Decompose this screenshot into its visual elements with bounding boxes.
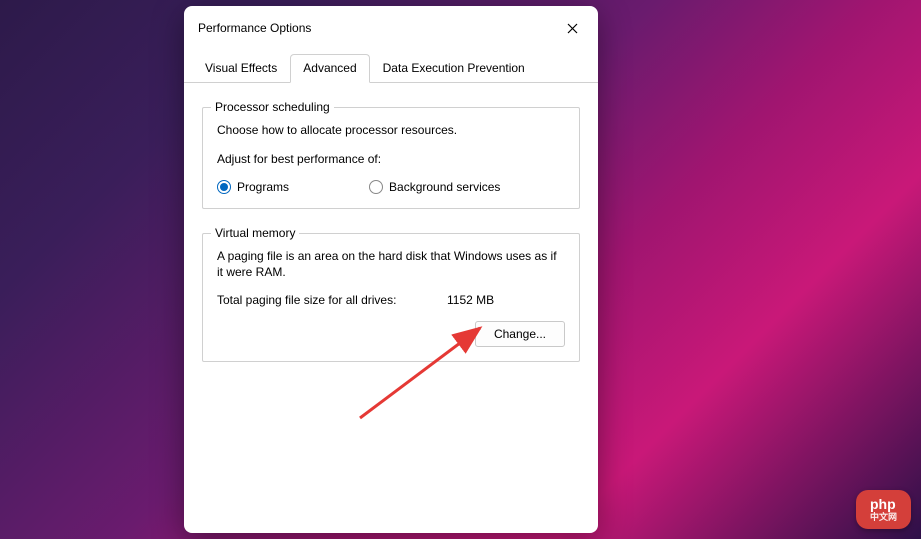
- dialog-title: Performance Options: [198, 21, 311, 35]
- close-icon[interactable]: [560, 16, 584, 40]
- tabs: Visual Effects Advanced Data Execution P…: [184, 54, 598, 83]
- adjust-label: Adjust for best performance of:: [217, 151, 565, 168]
- tab-advanced[interactable]: Advanced: [290, 54, 369, 83]
- processor-group-title: Processor scheduling: [211, 100, 334, 114]
- radio-programs[interactable]: Programs: [217, 180, 289, 194]
- paging-size-label: Total paging file size for all drives:: [217, 293, 447, 307]
- radio-background-label: Background services: [389, 180, 500, 194]
- memory-group-title: Virtual memory: [211, 226, 299, 240]
- radio-icon: [217, 180, 231, 194]
- radio-row: Programs Background services: [217, 180, 565, 194]
- radio-programs-label: Programs: [237, 180, 289, 194]
- radio-background-services[interactable]: Background services: [369, 180, 500, 194]
- virtual-memory-group: Virtual memory A paging file is an area …: [202, 233, 580, 363]
- tab-visual-effects[interactable]: Visual Effects: [192, 54, 290, 82]
- watermark-badge: php 中文网: [856, 490, 911, 529]
- memory-description: A paging file is an area on the hard dis…: [217, 248, 565, 282]
- performance-options-dialog: Performance Options Visual Effects Advan…: [184, 6, 598, 533]
- paging-size-value: 1152 MB: [447, 293, 494, 307]
- tab-data-execution-prevention[interactable]: Data Execution Prevention: [370, 54, 538, 82]
- button-row: Change...: [217, 321, 565, 347]
- watermark-sub: 中文网: [870, 510, 897, 523]
- radio-icon: [369, 180, 383, 194]
- processor-description: Choose how to allocate processor resourc…: [217, 122, 565, 139]
- tab-content: Processor scheduling Choose how to alloc…: [184, 83, 598, 374]
- processor-scheduling-group: Processor scheduling Choose how to alloc…: [202, 107, 580, 209]
- paging-size-row: Total paging file size for all drives: 1…: [217, 293, 565, 307]
- change-button[interactable]: Change...: [475, 321, 565, 347]
- titlebar: Performance Options: [184, 6, 598, 46]
